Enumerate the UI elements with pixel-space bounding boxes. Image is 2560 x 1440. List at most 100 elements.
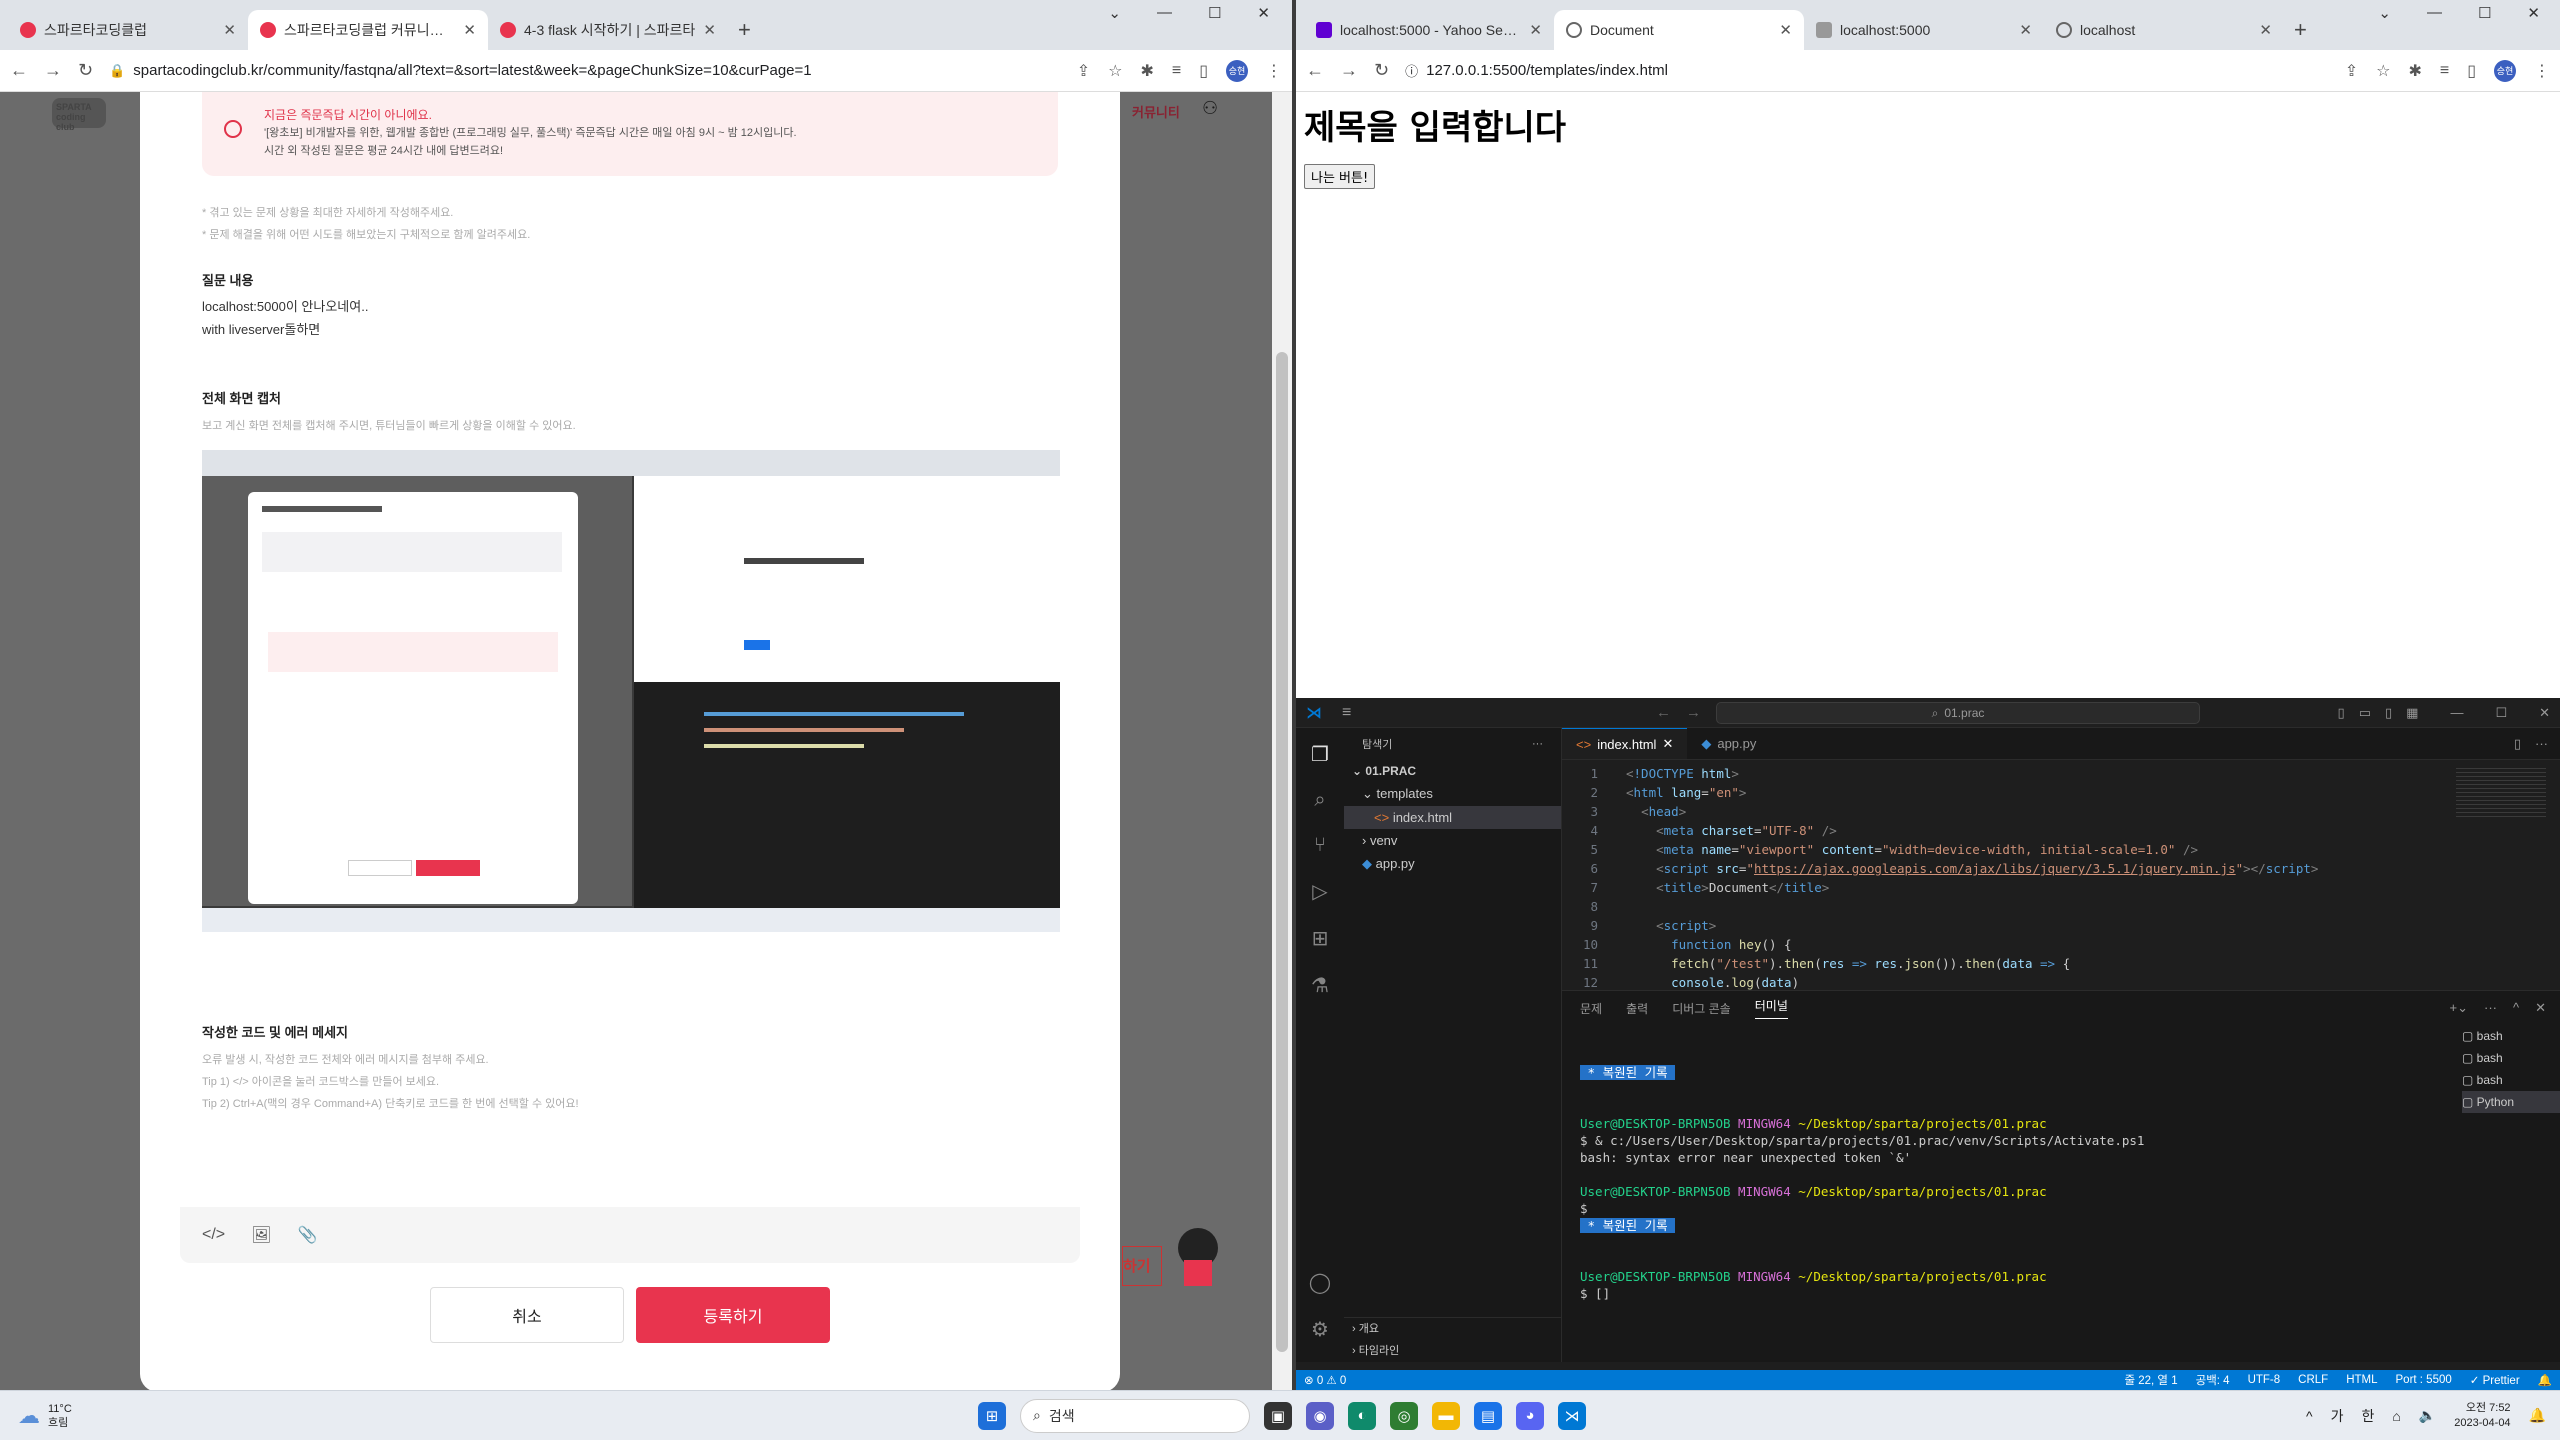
vscode-icon[interactable]: ⋊ <box>1558 1401 1586 1430</box>
eol-status[interactable]: CRLF <box>2298 1374 2328 1386</box>
problems-status[interactable]: ⊗ 0 ⚠ 0 <box>1304 1373 1346 1387</box>
terminal-item-bash[interactable]: ▢ bash <box>2462 1069 2560 1091</box>
editor-tab-index-html[interactable]: <> index.html ✕ <box>1562 728 1688 759</box>
extensions-icon[interactable]: ✱ <box>1140 61 1153 81</box>
attach-icon[interactable]: 📎 <box>297 1225 317 1245</box>
project-root[interactable]: ⌄ 01.PRAC <box>1344 760 1561 782</box>
mascot-icon[interactable] <box>1168 1216 1228 1290</box>
panel-tab-terminal[interactable]: 터미널 <box>1754 997 1788 1019</box>
menu-icon[interactable]: ⋮ <box>2534 61 2550 81</box>
notifications-icon[interactable]: 🔔 <box>2538 1373 2552 1387</box>
star-icon[interactable]: ☆ <box>2376 61 2390 81</box>
weather-widget[interactable]: ☁ 11°C 흐림 <box>18 1402 72 1430</box>
clock[interactable]: 오전 7:52 2023-04-04 <box>2454 1401 2510 1431</box>
back-icon[interactable]: ← <box>10 60 28 81</box>
close-tab-icon[interactable]: ✕ <box>2259 21 2272 39</box>
account-icon[interactable]: ◯ <box>1309 1270 1331 1295</box>
minimize-button[interactable]: — <box>1157 4 1172 22</box>
right-tab-2[interactable]: Document ✕ <box>1554 10 1804 50</box>
terminal-output[interactable]: * 복원된 기록 User@DESKTOP-BRPN5OB MINGW64 ~/… <box>1562 1025 2560 1302</box>
more-icon[interactable]: ··· <box>2535 736 2548 751</box>
reload-icon[interactable]: ↻ <box>1374 60 1389 81</box>
chevron-down-icon[interactable]: ⌄ <box>1108 4 1121 22</box>
edge-icon[interactable]: ◐ <box>1348 1401 1376 1430</box>
notification-icon[interactable]: 🔔 <box>2529 1407 2546 1424</box>
panel-tab-output[interactable]: 출력 <box>1626 1000 1648 1017</box>
submit-button[interactable]: 등록하기 <box>636 1287 830 1343</box>
chevron-down-icon[interactable]: ⌄ <box>2378 4 2391 22</box>
tray-chevron-icon[interactable]: ^ <box>2306 1408 2313 1424</box>
right-tab-1[interactable]: localhost:5000 - Yahoo Search R ✕ <box>1304 10 1554 50</box>
right-tab-3[interactable]: localhost:5000 ✕ <box>1804 10 2044 50</box>
terminal-item-python[interactable]: ▢ Python <box>2462 1091 2560 1113</box>
close-tab-icon[interactable]: ✕ <box>463 21 476 39</box>
page-scrollbar[interactable] <box>1272 92 1292 1390</box>
reload-icon[interactable]: ↻ <box>78 60 93 81</box>
files-icon[interactable]: ❐ <box>1311 742 1329 767</box>
layout-custom-icon[interactable]: ▦ <box>2406 705 2418 721</box>
forward-icon[interactable]: → <box>1340 60 1358 81</box>
star-icon[interactable]: ☆ <box>1108 61 1122 81</box>
tree-app-py[interactable]: ◆ app.py <box>1344 852 1561 876</box>
nav-forward-icon[interactable]: → <box>1686 704 1701 721</box>
back-icon[interactable]: ← <box>1306 60 1324 81</box>
sidepanel-icon[interactable]: ▯ <box>2467 61 2476 81</box>
indent-status[interactable]: 공백: 4 <box>2196 1372 2230 1388</box>
layout-sidebar-icon[interactable]: ▯ <box>2338 705 2345 721</box>
teams-icon[interactable]: ◉ <box>1306 1401 1334 1430</box>
network-icon[interactable]: ⌂ <box>2392 1408 2400 1424</box>
hamburger-icon[interactable]: ≡ <box>1342 704 1351 722</box>
close-window-button[interactable]: ✕ <box>1257 4 1270 22</box>
close-panel-icon[interactable]: ✕ <box>2535 1000 2546 1016</box>
live-server-status[interactable]: Port : 5500 <box>2396 1374 2452 1386</box>
menu-icon[interactable]: ⋮ <box>1266 61 1282 81</box>
right-tab-4[interactable]: localhost ✕ <box>2044 10 2284 50</box>
store-icon[interactable]: ▤ <box>1474 1401 1502 1430</box>
editor-tab-app-py[interactable]: ◆ app.py <box>1687 728 1770 759</box>
attached-screenshot[interactable] <box>202 450 1060 932</box>
ime-lang[interactable]: 한 <box>2361 1406 2374 1426</box>
left-tab-3[interactable]: 4-3 flask 시작하기 | 스파르타 ✕ <box>488 10 728 50</box>
nav-back-icon[interactable]: ← <box>1656 704 1671 721</box>
file-explorer-icon[interactable]: ▬ <box>1432 1401 1460 1430</box>
minimap[interactable] <box>2456 768 2546 818</box>
reading-list-icon[interactable]: ≡ <box>1172 62 1181 80</box>
forward-icon[interactable]: → <box>44 60 62 81</box>
panel-tab-debug[interactable]: 디버그 콘솔 <box>1672 1000 1731 1017</box>
terminal-item-bash[interactable]: ▢ bash <box>2462 1047 2560 1069</box>
tree-templates[interactable]: ⌄ templates <box>1344 782 1561 806</box>
share-icon[interactable]: ⇪ <box>1077 61 1090 81</box>
left-tab-2[interactable]: 스파르타코딩클럽 커뮤니티 | 스 ✕ <box>248 10 488 50</box>
new-tab-button[interactable]: + <box>738 10 751 50</box>
cursor-position[interactable]: 줄 22, 열 1 <box>2124 1372 2177 1388</box>
reading-list-icon[interactable]: ≡ <box>2440 62 2449 80</box>
profile-avatar[interactable]: 승현 <box>2494 59 2516 82</box>
code-icon[interactable]: </> <box>202 1226 225 1244</box>
settings-gear-icon[interactable]: ⚙ <box>1311 1317 1329 1342</box>
close-window-button[interactable]: ✕ <box>2539 705 2550 721</box>
scrollbar-thumb[interactable] <box>1276 352 1288 1352</box>
terminal-item-bash[interactable]: ▢ bash <box>2462 1025 2560 1047</box>
extensions-icon[interactable]: ✱ <box>2408 61 2421 81</box>
left-tab-1[interactable]: 스파르타코딩클럽 ✕ <box>8 10 248 50</box>
volume-icon[interactable]: 🔈 <box>2419 1407 2436 1424</box>
more-icon[interactable]: ··· <box>1532 738 1543 750</box>
profile-avatar[interactable]: 승현 <box>1226 59 1248 82</box>
close-tab-icon[interactable]: ✕ <box>1662 736 1673 752</box>
taskbar-search[interactable]: ⌕ 검색 <box>1020 1398 1250 1433</box>
encoding-status[interactable]: UTF-8 <box>2248 1374 2281 1386</box>
close-tab-icon[interactable]: ✕ <box>703 21 716 39</box>
new-terminal-icon[interactable]: +⌄ <box>2450 1000 2468 1016</box>
testing-icon[interactable]: ⚗ <box>1311 973 1329 998</box>
close-tab-icon[interactable]: ✕ <box>2019 21 2032 39</box>
command-search-input[interactable]: ⌕ 01.prac <box>1716 702 2200 724</box>
close-tab-icon[interactable]: ✕ <box>1529 21 1542 39</box>
run-debug-icon[interactable]: ▷ <box>1312 879 1327 904</box>
timeline-section[interactable]: › 타임라인 <box>1352 1340 1561 1362</box>
question-line-1[interactable]: localhost:5000이 안나오네여.. <box>202 295 1052 318</box>
minimize-button[interactable]: — <box>2427 4 2442 22</box>
page-button[interactable]: 나는 버튼! <box>1304 164 1376 189</box>
close-tab-icon[interactable]: ✕ <box>223 21 236 39</box>
chrome-icon[interactable]: ◎ <box>1390 1401 1418 1430</box>
url-field[interactable]: 🔒 spartacodingclub.kr/community/fastqna/… <box>109 62 1061 79</box>
